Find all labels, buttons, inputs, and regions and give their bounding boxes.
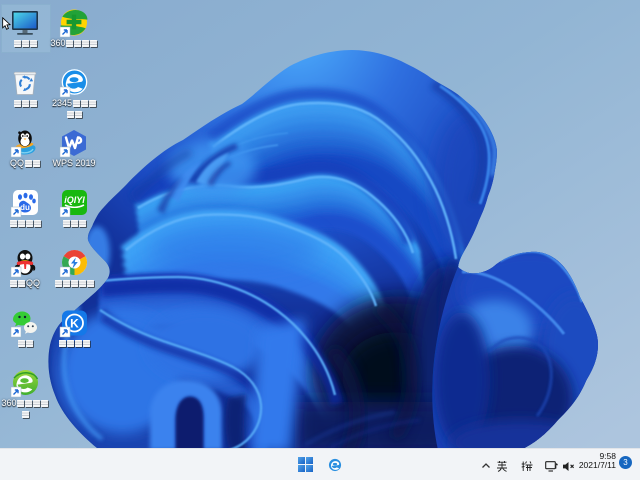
svg-text:iQIYI: iQIYI — [64, 195, 85, 205]
svg-text:du: du — [20, 203, 30, 212]
svg-text:K: K — [70, 317, 79, 331]
